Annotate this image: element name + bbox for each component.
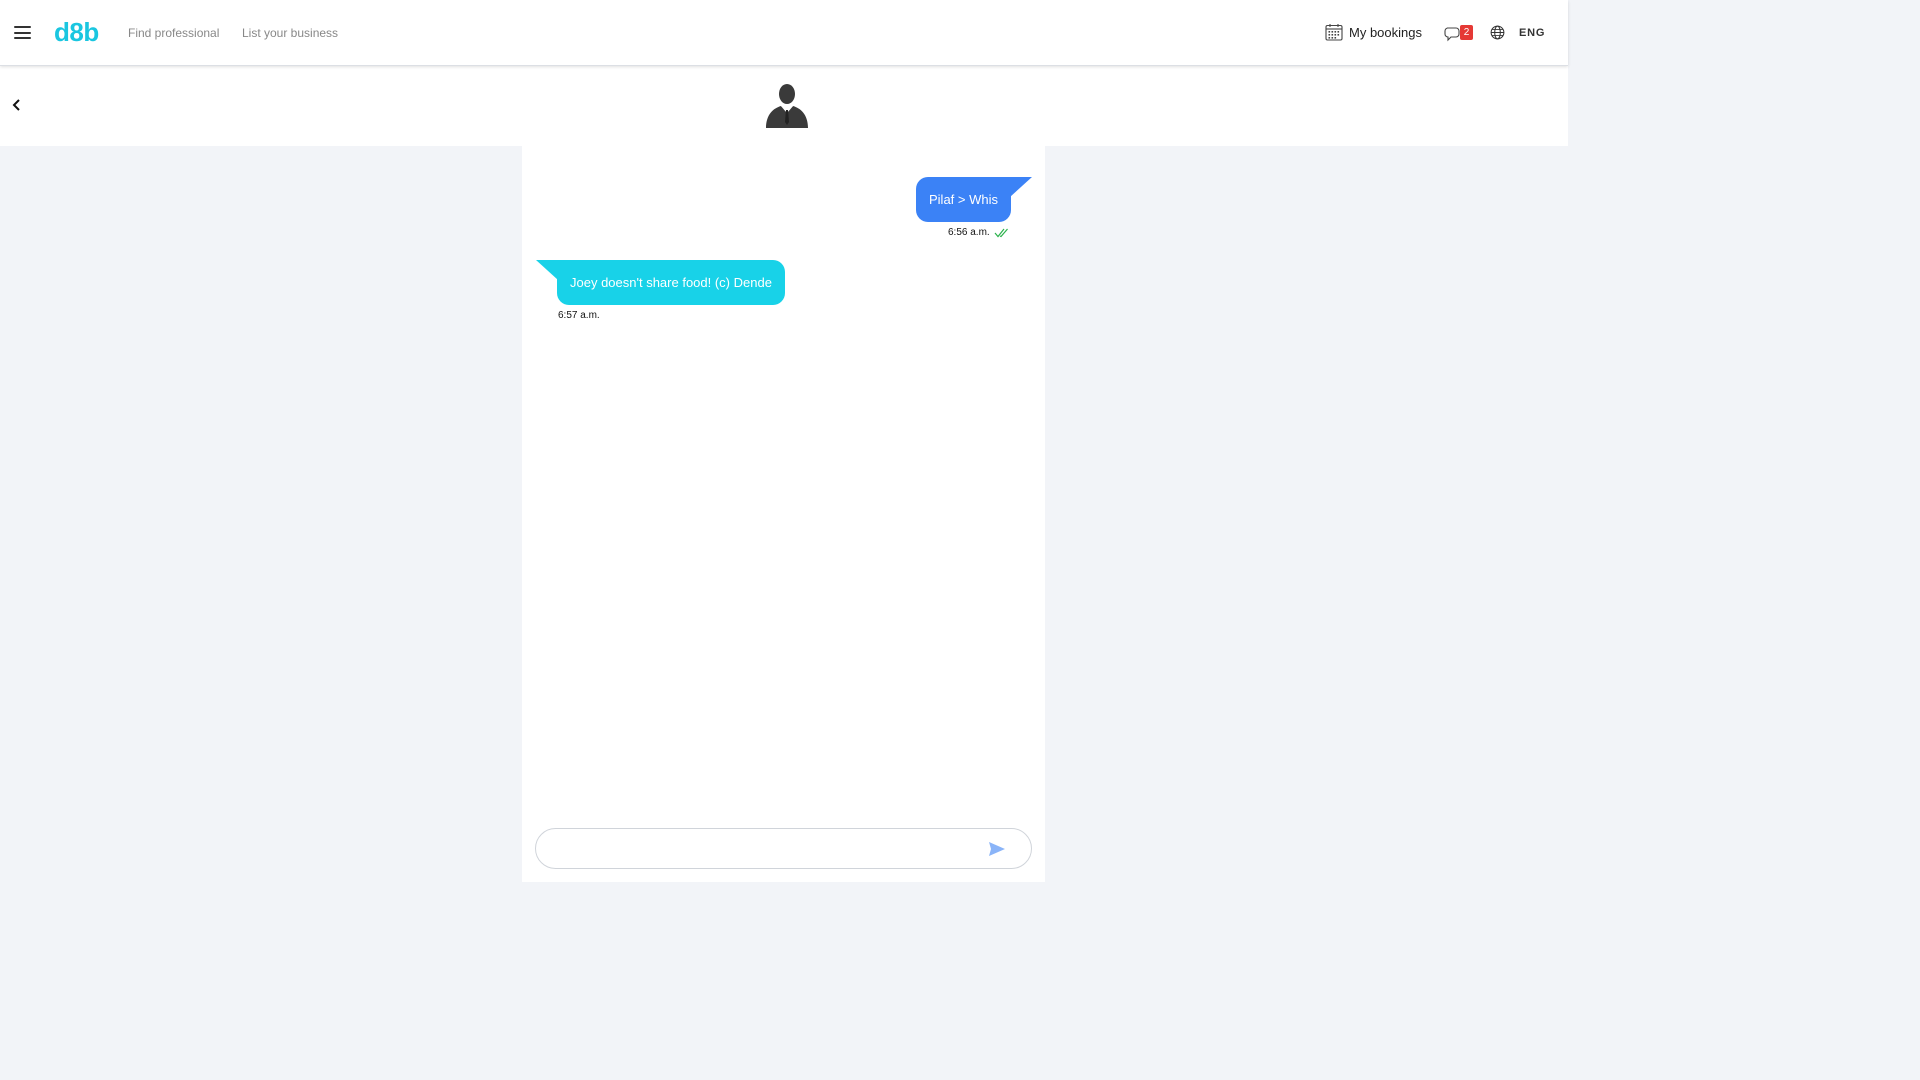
outgoing-message-time: 6:56 a.m. xyxy=(948,227,990,238)
conversation-header xyxy=(0,66,1568,146)
person-silhouette-icon xyxy=(766,84,808,128)
messages-button[interactable]: 2 xyxy=(1444,24,1476,44)
logo[interactable]: d8b xyxy=(54,17,99,48)
message-composer xyxy=(535,828,1032,869)
incoming-message-time: 6:57 a.m. xyxy=(558,310,600,321)
language-selector[interactable]: ENG xyxy=(1519,27,1545,39)
outgoing-message-meta: 6:56 a.m. xyxy=(948,227,1010,238)
outgoing-bubble-tail xyxy=(1010,177,1032,197)
unread-badge: 2 xyxy=(1460,25,1473,40)
my-bookings-button[interactable]: My bookings xyxy=(1325,23,1422,41)
calendar-icon xyxy=(1325,24,1343,41)
nav-list-your-business[interactable]: List your business xyxy=(242,26,338,40)
globe-icon[interactable] xyxy=(1490,25,1505,40)
hamburger-menu-icon[interactable] xyxy=(14,26,31,39)
incoming-bubble-tail xyxy=(536,260,558,280)
send-icon[interactable] xyxy=(988,841,1006,857)
message-input[interactable] xyxy=(552,837,972,861)
my-bookings-label: My bookings xyxy=(1349,24,1422,40)
nav-find-professional[interactable]: Find professional xyxy=(128,26,219,40)
outgoing-message-bubble: Pilaf > Whis xyxy=(916,177,1011,222)
chat-panel: Pilaf > Whis 6:56 a.m. Joey doesn't shar… xyxy=(522,146,1045,882)
incoming-message-bubble: Joey doesn't share food! (c) Dende xyxy=(557,260,785,305)
chevron-left-icon[interactable] xyxy=(10,97,24,113)
top-navbar: d8b Find professional List your business… xyxy=(0,0,1568,66)
double-check-icon xyxy=(994,228,1008,237)
